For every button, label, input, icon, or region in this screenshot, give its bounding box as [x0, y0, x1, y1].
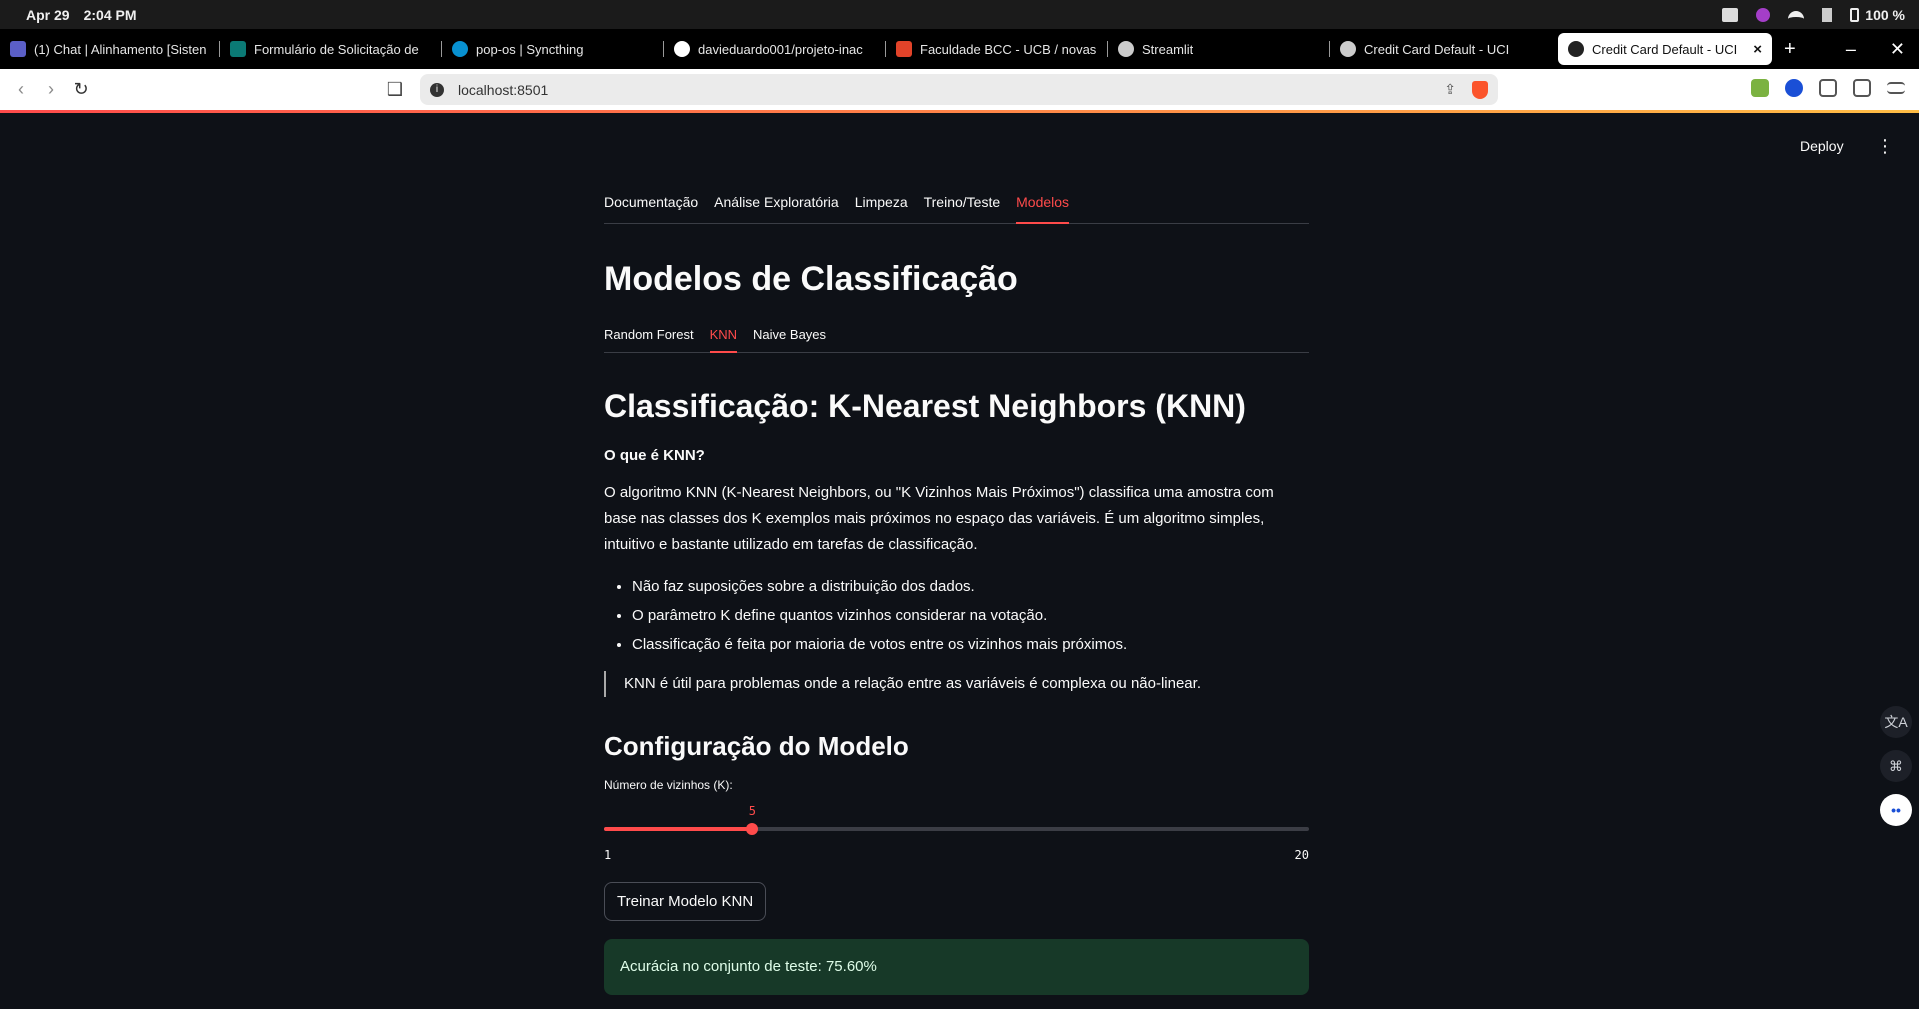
address-bar[interactable]: i localhost:8501 ⇪ — [420, 74, 1498, 105]
volume-muted-icon[interactable] — [1822, 7, 1833, 22]
slider-value: 5 — [748, 804, 757, 818]
extensions-puzzle-icon[interactable] — [1819, 79, 1837, 97]
teams-icon — [10, 41, 26, 57]
github-icon — [674, 41, 690, 57]
close-tab-icon[interactable]: × — [1753, 41, 1762, 58]
browser-tab-active[interactable]: Credit Card Default - UCI × — [1558, 33, 1772, 65]
streamlit-icon — [1340, 41, 1356, 57]
translate-icon[interactable]: 文A — [1880, 706, 1912, 738]
section-title: Classificação: K-Nearest Neighbors (KNN) — [604, 388, 1246, 424]
battery-percent: 100 % — [1865, 6, 1905, 23]
browser-tab[interactable]: davieduardo001/projeto-inac — [664, 33, 886, 65]
main-menu-icon[interactable]: ⋮ — [1876, 136, 1894, 157]
share-icon[interactable]: ⇪ — [1444, 81, 1456, 98]
blockquote: KNN é útil para problemas onde a relação… — [604, 671, 1309, 697]
browser-nav-bar: ‹ › ↻ ❑ i localhost:8501 ⇪ — [0, 69, 1919, 110]
streamlit-icon — [1568, 41, 1584, 57]
app-indicator-icon[interactable] — [1756, 7, 1771, 22]
browser-tab[interactable]: Credit Card Default - UCI — [1330, 33, 1552, 65]
os-date[interactable]: Apr 29 — [26, 7, 70, 23]
gitlab-icon — [896, 41, 912, 57]
browser-tab[interactable]: Formulário de Solicitação de — [220, 33, 442, 65]
slider-max: 20 — [1294, 848, 1309, 862]
question-heading: O que é KNN? — [604, 447, 705, 464]
command-icon[interactable]: ⌘ — [1880, 750, 1912, 782]
model-tabs: Random Forest KNN Naive Bayes — [604, 327, 1309, 353]
tab-random-forest[interactable]: Random Forest — [604, 327, 694, 352]
tab-limpeza[interactable]: Limpeza — [855, 188, 908, 223]
bookmark-icon[interactable]: ❑ — [380, 79, 410, 100]
new-tab-button[interactable]: + — [1784, 38, 1796, 61]
tab-modelos[interactable]: Modelos — [1016, 188, 1069, 224]
tab-documentacao[interactable]: Documentação — [604, 188, 698, 223]
feature-list: Não faz suposições sobre a distribuição … — [604, 572, 1309, 659]
accuracy-success-alert: Acurácia no conjunto de teste: 75.60% — [604, 939, 1309, 995]
config-title: Configuração do Modelo — [604, 731, 909, 761]
main-tabs: Documentação Análise Exploratória Limpez… — [604, 188, 1309, 224]
k-slider[interactable]: 5 — [604, 792, 1309, 848]
minimize-icon[interactable]: – — [1846, 39, 1856, 60]
slider-label: Número de vizinhos (K): — [604, 778, 733, 792]
tab-naive-bayes[interactable]: Naive Bayes — [753, 327, 826, 352]
battery-icon — [1850, 7, 1860, 22]
browser-tab[interactable]: Streamlit — [1108, 33, 1330, 65]
list-item: Classificação é feita por maioria de vot… — [632, 630, 1309, 659]
streamlit-icon — [1118, 41, 1134, 57]
sidebar-toggle-icon[interactable] — [1853, 79, 1871, 97]
main-content: Documentação Análise Exploratória Limpez… — [604, 188, 1309, 995]
train-knn-button[interactable]: Treinar Modelo KNN — [604, 882, 767, 921]
browser-tab[interactable]: pop-os | Syncthing — [442, 33, 664, 65]
brave-shields-icon[interactable] — [1472, 80, 1488, 99]
wifi-icon[interactable] — [1788, 10, 1805, 19]
browser-tab-strip: (1) Chat | Alinhamento [Sisten Formulári… — [0, 29, 1919, 69]
site-info-icon[interactable]: i — [430, 82, 444, 97]
assistant-extension-icon[interactable] — [1785, 79, 1803, 97]
menu-icon[interactable] — [1887, 82, 1905, 94]
slider-thumb[interactable] — [746, 823, 759, 835]
list-item: Não faz suposições sobre a distribuição … — [632, 572, 1309, 601]
tab-knn[interactable]: KNN — [709, 327, 738, 353]
back-icon[interactable]: ‹ — [6, 79, 36, 100]
deploy-button[interactable]: Deploy — [1800, 138, 1844, 154]
list-item: O parâmetro K define quantos vizinhos co… — [632, 601, 1309, 630]
close-window-icon[interactable]: ✕ — [1890, 39, 1905, 60]
url-text[interactable]: localhost:8501 — [458, 82, 548, 98]
assistant-bot-icon[interactable]: •• — [1880, 794, 1912, 826]
screen-share-icon[interactable] — [1722, 7, 1739, 22]
description-text: O algoritmo KNN (K-Nearest Neighbors, ou… — [604, 484, 1274, 553]
reload-icon[interactable]: ↻ — [66, 79, 96, 100]
os-time[interactable]: 2:04 PM — [84, 7, 137, 23]
tab-analise-exploratoria[interactable]: Análise Exploratória — [714, 188, 839, 223]
forms-icon — [230, 41, 246, 57]
slider-min: 1 — [604, 848, 612, 862]
extension-icon[interactable] — [1751, 79, 1769, 97]
browser-tab[interactable]: (1) Chat | Alinhamento [Sisten — [0, 33, 220, 65]
battery-indicator[interactable]: 100 % — [1850, 7, 1905, 23]
page-loading-bar — [0, 110, 1919, 113]
system-tray: 100 % — [1722, 7, 1905, 23]
floating-tools: 文A ⌘ •• — [1880, 706, 1912, 826]
os-top-bar: Apr 29 2:04 PM 100 % — [0, 0, 1919, 29]
forward-icon[interactable]: › — [36, 79, 66, 100]
slider-fill — [604, 827, 753, 831]
page-title: Modelos de Classificação — [604, 260, 1018, 298]
syncthing-icon — [452, 41, 468, 57]
tab-treino-teste[interactable]: Treino/Teste — [924, 188, 1001, 223]
browser-tab[interactable]: Faculdade BCC - UCB / novas — [886, 33, 1108, 65]
